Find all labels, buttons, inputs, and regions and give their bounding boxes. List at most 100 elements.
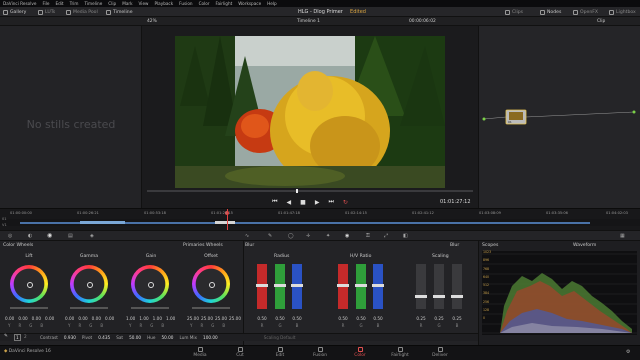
lift-g[interactable]: 0.00 bbox=[32, 316, 41, 321]
radius-b-slider[interactable] bbox=[291, 264, 303, 309]
gain-b[interactable]: 1.00 bbox=[166, 316, 175, 321]
loop-icon[interactable]: ↻ bbox=[343, 199, 348, 206]
radius-r-slider[interactable] bbox=[256, 264, 268, 309]
menu-file[interactable]: File bbox=[42, 1, 49, 6]
menu-timeline[interactable]: Timeline bbox=[84, 1, 102, 6]
offset-wheel[interactable] bbox=[192, 265, 230, 303]
page-media-button[interactable]: Media bbox=[180, 345, 220, 360]
gamma-master-slider[interactable] bbox=[70, 307, 108, 309]
menu-clip[interactable]: Clip bbox=[108, 1, 116, 6]
lightbox-button[interactable]: Lightbox bbox=[609, 7, 636, 17]
lum-mix-value[interactable]: 100.00 bbox=[203, 335, 218, 340]
contrast-value[interactable]: 0.930 bbox=[64, 335, 76, 340]
gain-g[interactable]: 1.00 bbox=[153, 316, 162, 321]
hv-r-value[interactable]: 0.50 bbox=[337, 316, 349, 321]
zoom-dropdown[interactable]: 42% bbox=[147, 19, 157, 24]
offset-r[interactable]: 25.00 bbox=[201, 316, 213, 321]
3d-icon[interactable]: ◧ bbox=[403, 233, 408, 239]
menu-fairlight[interactable]: Fairlight bbox=[216, 1, 233, 6]
page-fusion-button[interactable]: Fusion bbox=[300, 345, 340, 360]
reverse-play-icon[interactable]: ◀ bbox=[287, 199, 292, 206]
scaling-g-value[interactable]: 0.25 bbox=[433, 316, 445, 321]
magic-mask-icon[interactable]: ✦ bbox=[326, 233, 330, 239]
gain-values[interactable]: 1.00 1.00 1.00 1.00 bbox=[126, 316, 175, 321]
node-editor[interactable]: 01 bbox=[478, 26, 640, 208]
tracker-icon[interactable]: ✛ bbox=[306, 233, 310, 239]
lift-values[interactable]: 0.00 0.00 0.00 0.00 bbox=[5, 316, 54, 321]
menu-playback[interactable]: Playback bbox=[154, 1, 173, 6]
hv-g-value[interactable]: 0.50 bbox=[355, 316, 367, 321]
hv-b-slider[interactable] bbox=[372, 264, 384, 309]
lift-b[interactable]: 0.00 bbox=[45, 316, 54, 321]
nodes-button[interactable]: Nodes bbox=[540, 7, 561, 17]
hue-value[interactable]: 50.00 bbox=[161, 335, 173, 340]
lift-master-slider[interactable] bbox=[10, 307, 48, 309]
gamma-g[interactable]: 0.00 bbox=[92, 316, 101, 321]
scaling-g-slider[interactable] bbox=[433, 264, 445, 309]
page-color-button[interactable]: Color bbox=[340, 345, 380, 360]
scaling-b-slider[interactable] bbox=[451, 264, 463, 309]
blur-mode-dropdown[interactable]: Blur bbox=[450, 241, 459, 250]
clip-mode-dropdown[interactable]: Clip bbox=[597, 19, 605, 24]
openfx-button[interactable]: OpenFX bbox=[573, 7, 598, 17]
stop-icon[interactable]: ■ bbox=[300, 199, 306, 206]
radius-g-value[interactable]: 0.50 bbox=[274, 316, 286, 321]
offset-y[interactable]: 25.00 bbox=[187, 316, 199, 321]
timeline-selector[interactable]: Timeline 1 bbox=[297, 19, 320, 24]
page-1-button[interactable]: 1 bbox=[14, 334, 21, 341]
gamma-y[interactable]: 0.00 bbox=[65, 316, 74, 321]
camera-raw-icon[interactable]: ◎ bbox=[8, 233, 12, 239]
hv-b-value[interactable]: 0.50 bbox=[372, 316, 384, 321]
scope-type-dropdown[interactable]: Waveform bbox=[573, 241, 596, 250]
radius-b-value[interactable]: 0.50 bbox=[291, 316, 303, 321]
mini-timeline[interactable]: 01 V1 01:00:00:00 01:00:26:21 01:00:53:1… bbox=[0, 208, 640, 231]
timeline-button[interactable]: Timeline bbox=[106, 7, 133, 17]
settings-gear-icon[interactable]: ⚙ bbox=[626, 349, 630, 355]
blur-tab-icon[interactable]: ◉ bbox=[345, 233, 349, 239]
motion-effects-icon[interactable]: ◈ bbox=[90, 233, 94, 239]
lift-wheel[interactable] bbox=[10, 265, 48, 303]
page-edit-button[interactable]: Edit bbox=[260, 345, 300, 360]
qualifier-icon[interactable]: ✎ bbox=[268, 233, 272, 239]
rgb-mixer-icon[interactable]: ▤ bbox=[68, 233, 73, 239]
radius-g-slider[interactable] bbox=[274, 264, 286, 309]
scaling-r-value[interactable]: 0.25 bbox=[415, 316, 427, 321]
jump-start-icon[interactable]: ⏮ bbox=[272, 198, 277, 206]
gain-wheel[interactable] bbox=[131, 265, 169, 303]
offset-b[interactable]: 25.00 bbox=[229, 316, 241, 321]
menu-edit[interactable]: Edit bbox=[55, 1, 63, 6]
gallery-button[interactable]: Gallery bbox=[3, 7, 26, 17]
color-wheels-tab-icon[interactable]: ◉ bbox=[47, 232, 52, 239]
offset-values[interactable]: 25.00 25.00 25.00 25.00 bbox=[187, 316, 241, 321]
menu-workspace[interactable]: Workspace bbox=[238, 1, 261, 6]
menu-view[interactable]: View bbox=[139, 1, 149, 6]
scaling-r-slider[interactable] bbox=[415, 264, 427, 309]
window-icon[interactable]: ◯ bbox=[288, 233, 294, 239]
gain-r[interactable]: 1.00 bbox=[139, 316, 148, 321]
sat-value[interactable]: 50.00 bbox=[129, 335, 141, 340]
scopes-tab-icon[interactable]: ▦ bbox=[620, 233, 625, 239]
menu-help[interactable]: Help bbox=[267, 1, 277, 6]
play-icon[interactable]: ▶ bbox=[315, 199, 320, 206]
menu-trim[interactable]: Trim bbox=[70, 1, 79, 6]
menu-fusion[interactable]: Fusion bbox=[179, 1, 192, 6]
scrubber-playhead[interactable] bbox=[296, 189, 298, 193]
menu-color[interactable]: Color bbox=[199, 1, 210, 6]
page-deliver-button[interactable]: Deliver bbox=[420, 345, 460, 360]
radius-r-value[interactable]: 0.50 bbox=[256, 316, 268, 321]
pivot-value[interactable]: 0.435 bbox=[98, 335, 110, 340]
offset-g[interactable]: 25.00 bbox=[215, 316, 227, 321]
menu-mark[interactable]: Mark bbox=[122, 1, 132, 6]
luts-button[interactable]: LUTs bbox=[38, 7, 55, 17]
jump-end-icon[interactable]: ⏭ bbox=[328, 198, 333, 206]
gamma-b[interactable]: 0.00 bbox=[105, 316, 114, 321]
gamma-values[interactable]: 0.00 0.00 0.00 0.00 bbox=[65, 316, 114, 321]
gain-y[interactable]: 1.00 bbox=[126, 316, 135, 321]
page-2-button[interactable]: 2 bbox=[24, 334, 27, 339]
lift-r[interactable]: 0.00 bbox=[18, 316, 27, 321]
page-cut-button[interactable]: Cut bbox=[220, 345, 260, 360]
color-match-icon[interactable]: ◐ bbox=[28, 233, 32, 239]
sizing-icon[interactable]: ⤢ bbox=[384, 233, 388, 239]
key-icon[interactable]: ⚿ bbox=[366, 233, 370, 239]
media-pool-button[interactable]: Media Pool bbox=[66, 7, 98, 17]
